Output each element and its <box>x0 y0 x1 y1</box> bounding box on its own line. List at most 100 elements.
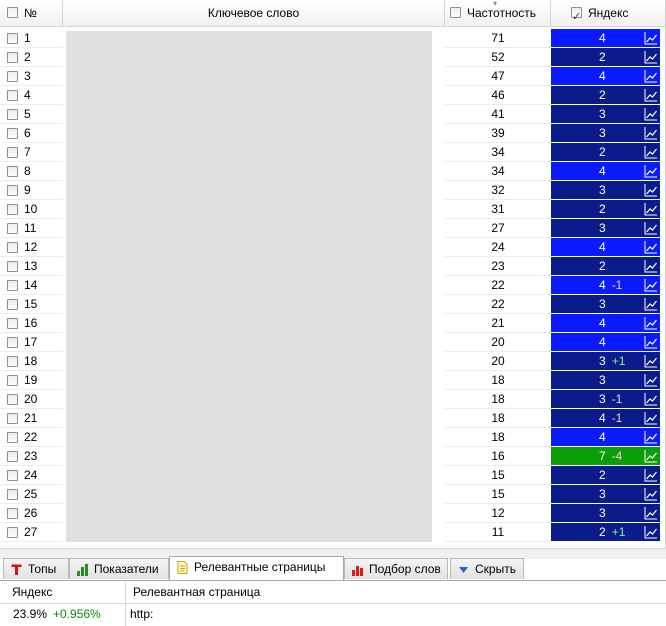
position-graph-icon[interactable] <box>644 126 658 140</box>
position-graph-icon[interactable] <box>644 525 658 539</box>
row-number-cell: 21 <box>0 409 63 428</box>
row-checkbox[interactable] <box>7 508 18 519</box>
position-graph-icon[interactable] <box>644 506 658 520</box>
letter-t-icon <box>11 564 22 575</box>
position-value: 3 <box>599 506 606 520</box>
tab-label: Показатели <box>94 562 159 576</box>
tab-2[interactable]: Релевантные страницы <box>169 556 344 580</box>
position-graph-icon[interactable] <box>644 164 658 178</box>
row-checkbox[interactable] <box>7 242 18 253</box>
position-graph-icon[interactable] <box>644 50 658 64</box>
position-graph-icon[interactable] <box>644 487 658 501</box>
position-graph-icon[interactable] <box>644 31 658 45</box>
relevant-header: Яндекс Релевантная страница <box>0 581 666 604</box>
position-graph-icon[interactable] <box>644 373 658 387</box>
position-graph-icon[interactable] <box>644 145 658 159</box>
row-checkbox[interactable] <box>7 451 18 462</box>
position-graph-icon[interactable] <box>644 88 658 102</box>
position-value: 3 <box>599 373 606 387</box>
row-checkbox[interactable] <box>7 356 18 367</box>
row-checkbox[interactable] <box>7 413 18 424</box>
position-change: +1 <box>611 525 626 539</box>
frequency-cell: 41 <box>445 105 551 124</box>
tab-3[interactable]: Подбор слов <box>344 558 448 579</box>
position-graph-icon[interactable] <box>644 411 658 425</box>
header-yandex[interactable]: Яндекс <box>551 0 660 30</box>
row-number-cell: 20 <box>0 390 63 409</box>
position-graph-icon[interactable] <box>644 335 658 349</box>
row-checkbox[interactable] <box>7 375 18 386</box>
relevant-row[interactable]: 23.9% +0.956% http: <box>0 604 666 624</box>
row-number: 3 <box>24 69 31 83</box>
position-value: 7 <box>599 449 606 463</box>
hidden-keywords-area <box>66 31 432 542</box>
row-checkbox[interactable] <box>7 147 18 158</box>
position-graph-icon[interactable] <box>644 183 658 197</box>
header-keyword[interactable]: Ключевое слово <box>63 0 445 26</box>
position-graph-icon[interactable] <box>644 278 658 292</box>
position-graph-icon[interactable] <box>644 316 658 330</box>
position-graph-icon[interactable] <box>644 259 658 273</box>
frequency-cell: 18 <box>445 390 551 409</box>
row-checkbox[interactable] <box>7 90 18 101</box>
header-num-label: № <box>24 6 37 20</box>
row-checkbox[interactable] <box>7 71 18 82</box>
relevant-url[interactable]: http: <box>130 604 153 624</box>
position-graph-icon[interactable] <box>644 69 658 83</box>
row-number-cell: 10 <box>0 200 63 219</box>
row-checkbox[interactable] <box>7 166 18 177</box>
position-graph-icon[interactable] <box>644 449 658 463</box>
row-number-cell: 12 <box>0 238 63 257</box>
position-graph-icon[interactable] <box>644 430 658 444</box>
position-graph-icon[interactable] <box>644 107 658 121</box>
row-checkbox[interactable] <box>7 489 18 500</box>
triangle-down-icon <box>459 567 468 573</box>
row-checkbox[interactable] <box>7 470 18 481</box>
tab-1[interactable]: Показатели <box>69 558 169 579</box>
frequency-checkbox[interactable] <box>450 7 461 18</box>
row-checkbox[interactable] <box>7 52 18 63</box>
position-graph-icon[interactable] <box>644 202 658 216</box>
header-frequency-label: Частотность <box>467 6 536 20</box>
position-graph-icon[interactable] <box>644 221 658 235</box>
position-text: 2 <box>599 145 612 159</box>
position-graph-icon[interactable] <box>644 392 658 406</box>
row-checkbox[interactable] <box>7 261 18 272</box>
position-graph-icon[interactable] <box>644 354 658 368</box>
position-graph-icon[interactable] <box>644 468 658 482</box>
header-num[interactable]: № <box>0 0 63 26</box>
frequency-cell: 20 <box>445 352 551 371</box>
position-graph-icon[interactable] <box>644 297 658 311</box>
select-all-checkbox[interactable] <box>7 7 18 18</box>
relevant-col-engine[interactable]: Яндекс <box>12 581 52 603</box>
header-frequency[interactable]: Частотность ▾ <box>445 0 551 26</box>
row-checkbox[interactable] <box>7 109 18 120</box>
row-checkbox[interactable] <box>7 527 18 538</box>
row-checkbox[interactable] <box>7 432 18 443</box>
sort-arrow-icon: ▾ <box>493 0 498 8</box>
tab-4[interactable]: Скрыть <box>450 558 524 579</box>
row-checkbox[interactable] <box>7 128 18 139</box>
row-number-cell: 27 <box>0 523 63 542</box>
row-checkbox[interactable] <box>7 204 18 215</box>
tab-0[interactable]: Топы <box>3 558 69 579</box>
frequency-cell: 27 <box>445 219 551 238</box>
row-checkbox[interactable] <box>7 223 18 234</box>
row-number-cell: 8 <box>0 162 63 181</box>
row-checkbox[interactable] <box>7 318 18 329</box>
position-text: 3 <box>599 373 612 387</box>
row-number: 27 <box>24 525 38 539</box>
relevant-col-page[interactable]: Релевантная страница <box>133 581 260 603</box>
yandex-checkbox[interactable] <box>571 4 582 30</box>
row-checkbox[interactable] <box>7 394 18 405</box>
position-graph-icon[interactable] <box>644 240 658 254</box>
position-text: 3 <box>599 107 612 121</box>
row-checkbox[interactable] <box>7 337 18 348</box>
row-number: 18 <box>24 354 38 368</box>
row-checkbox[interactable] <box>7 33 18 44</box>
row-number: 10 <box>24 202 38 216</box>
row-checkbox[interactable] <box>7 185 18 196</box>
row-checkbox[interactable] <box>7 280 18 291</box>
row-checkbox[interactable] <box>7 299 18 310</box>
position-value: 2 <box>599 468 606 482</box>
